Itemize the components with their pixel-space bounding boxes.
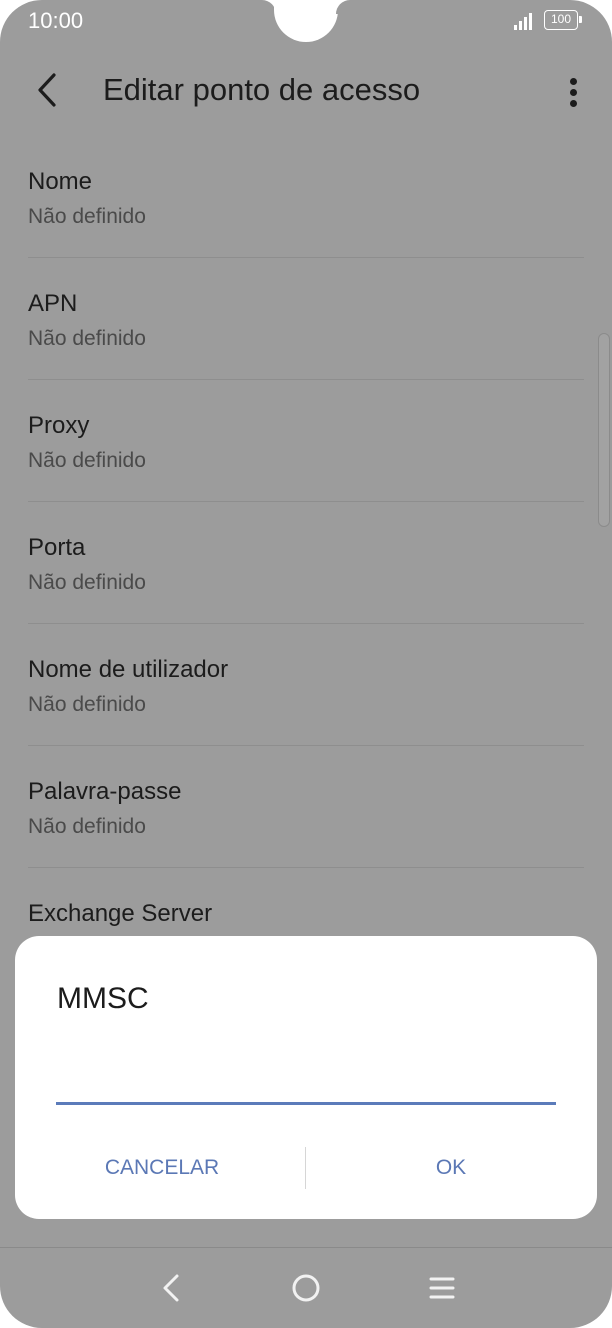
recents-icon: [429, 1277, 455, 1299]
app-bar: Editar ponto de acesso: [0, 56, 612, 126]
setting-title: Nome de utilizador: [28, 656, 229, 683]
nav-recents-button[interactable]: [422, 1268, 462, 1308]
setting-value: Não definido: [28, 693, 146, 716]
dialog-title: MMSC: [57, 982, 149, 1015]
setting-value: Não definido: [28, 571, 146, 594]
status-time: 10:00: [28, 8, 84, 33]
nav-back-button[interactable]: [152, 1268, 192, 1308]
setting-item-palavra-passe[interactable]: Palavra-passe Não definido: [28, 746, 584, 868]
navigation-bar: [0, 1248, 612, 1328]
setting-item-proxy[interactable]: Proxy Não definido: [28, 380, 584, 502]
mmsc-dialog: MMSC CANCELAR OK: [15, 936, 597, 1219]
back-icon: [163, 1274, 179, 1302]
setting-value: Não definido: [28, 205, 146, 228]
mmsc-input[interactable]: [56, 1048, 556, 1105]
battery-icon: 100: [544, 10, 582, 30]
notch-corner-right: [336, 0, 350, 14]
phone-screen: 10:00 100 Editar ponto de acesso Nome Nã…: [0, 0, 612, 1328]
setting-item-apn[interactable]: APN Não definido: [28, 258, 584, 380]
setting-title: Nome: [28, 168, 93, 195]
setting-title: Proxy: [28, 412, 90, 439]
more-vertical-icon: [570, 78, 577, 85]
setting-value: Não definido: [28, 815, 146, 838]
setting-title: Palavra-passe: [28, 778, 182, 805]
scrollbar[interactable]: [598, 333, 610, 527]
setting-item-nome[interactable]: Nome Não definido: [28, 136, 584, 258]
button-divider: [305, 1147, 306, 1189]
apn-settings-list: Nome Não definido APN Não definido Proxy…: [0, 136, 612, 990]
setting-title: Exchange Server: [28, 900, 213, 927]
setting-title: APN: [28, 290, 78, 317]
setting-title: Porta: [28, 534, 86, 561]
nav-home-button[interactable]: [286, 1268, 326, 1308]
cancel-button[interactable]: CANCELAR: [55, 1139, 269, 1197]
status-bar: 10:00 100: [0, 0, 612, 44]
back-button[interactable]: [28, 70, 68, 110]
page-title: Editar ponto de acesso: [103, 72, 421, 107]
ok-button[interactable]: OK: [345, 1139, 557, 1197]
home-icon: [292, 1274, 320, 1302]
more-options-button[interactable]: [560, 72, 588, 112]
chevron-left-icon: [38, 73, 56, 107]
setting-item-porta[interactable]: Porta Não definido: [28, 502, 584, 624]
setting-value: Não definido: [28, 327, 146, 350]
signal-icon: [514, 12, 536, 30]
setting-value: Não definido: [28, 449, 146, 472]
setting-item-nome-de-utilizador[interactable]: Nome de utilizador Não definido: [28, 624, 584, 746]
camera-notch: [274, 0, 338, 42]
